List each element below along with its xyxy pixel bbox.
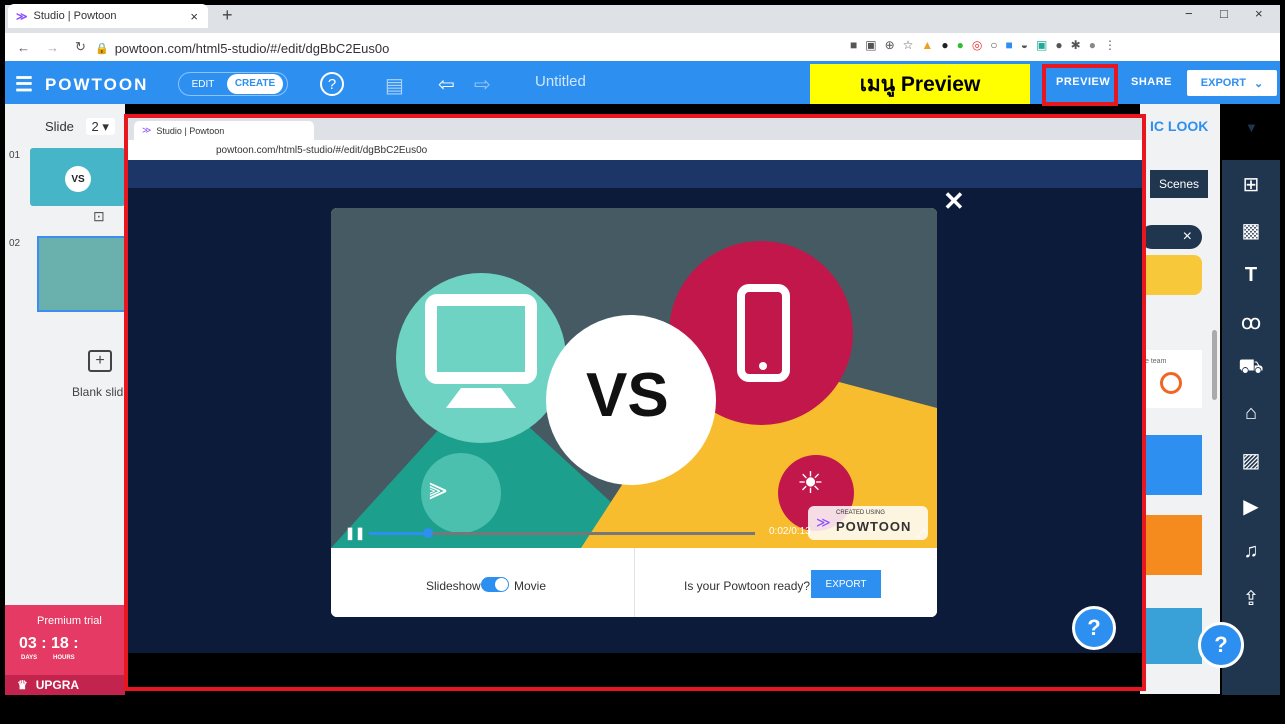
look-title[interactable]: IC LOOK	[1150, 118, 1208, 134]
days-label: DAYS	[21, 655, 38, 661]
powtoon-title[interactable]: Untitled	[535, 73, 586, 90]
slide-dropdown[interactable]: 2 ▾	[85, 118, 115, 135]
transition-icon[interactable]: ⊡	[93, 208, 105, 225]
undo-icon[interactable]: ⇦	[438, 72, 455, 97]
library-scrollbar[interactable]	[1212, 330, 1217, 400]
ext-e-icon[interactable]: ■	[1006, 38, 1013, 52]
ext-b-icon[interactable]: ●	[957, 38, 964, 52]
video-tool-icon[interactable]: ▶	[1222, 494, 1280, 519]
slide-selector[interactable]: Slide 2 ▾	[45, 118, 115, 135]
help-button[interactable]: ?	[320, 72, 344, 96]
share-button[interactable]: SHARE	[1131, 76, 1172, 88]
browser-tab-title: Studio | Powtoon	[33, 10, 117, 22]
tab-close-icon[interactable]: ×	[190, 9, 198, 24]
profile-avatar[interactable]: ●	[1089, 38, 1096, 52]
window-close-button[interactable]: ×	[1255, 6, 1263, 21]
thumb-vs-text: VS	[65, 166, 91, 192]
filter-chip-close[interactable]: ×	[1140, 225, 1202, 249]
mode-toggle[interactable]: EDIT CREATE	[178, 72, 288, 96]
background-tool-icon[interactable]: ▩	[1222, 218, 1280, 243]
redo-icon[interactable]: ⇨	[474, 72, 491, 97]
team-ring	[1160, 372, 1182, 394]
ext-c-icon[interactable]: ◎	[972, 38, 982, 52]
team-label: e team	[1145, 358, 1167, 365]
library-item-person-1[interactable]	[1140, 435, 1202, 495]
puzzle-icon[interactable]: ✱	[1071, 38, 1081, 52]
tool-sidebar: ⊞ ▩ T ꝏ ⛟ ⌂ ▨ ▶ ♫ ⇪	[1222, 160, 1280, 695]
slide-thumbnail-1[interactable]: VS	[30, 148, 125, 206]
export-label: EXPORT	[1200, 77, 1246, 89]
chevron-down-icon: ⌄	[1254, 77, 1264, 90]
slide-number-2: 02	[9, 238, 21, 249]
upload-tool-icon[interactable]: ⇪	[1222, 586, 1280, 611]
url-text: powtoon.com/html5-studio/#/edit/dgBbC2Eu…	[114, 40, 390, 56]
hours-label: HOURS	[53, 655, 75, 661]
upgrade-label: UPGRA	[35, 678, 80, 692]
help-bubble-text: ?	[1214, 632, 1228, 657]
image-tool-icon[interactable]: ▨	[1222, 448, 1280, 473]
props-tool-icon[interactable]: ⛟	[1222, 356, 1280, 381]
powtoon-logo[interactable]: ☰ POWTOON	[15, 72, 148, 97]
help-bubble-outer[interactable]: ?	[1198, 622, 1244, 668]
library-item-person-2[interactable]	[1140, 515, 1202, 575]
new-tab-button[interactable]: +	[222, 5, 233, 26]
camera-icon[interactable]: ■	[850, 38, 857, 52]
url-field[interactable]: 🔒 powtoon.com/html5-studio/#/edit/dgBbC2…	[95, 37, 389, 59]
shapes-tool-icon[interactable]: ⌂	[1222, 402, 1280, 425]
lock-icon: 🔒	[95, 42, 109, 55]
premium-trial-banner: Premium trial 03 : 18 : DAYS HOURS	[5, 605, 125, 675]
translate-icon[interactable]: ▣	[865, 38, 876, 52]
extension-icons: ■ ▣ ⊕ ☆ ▲ ● ● ◎ ○ ■ ◒ ▣ ● ✱ ● ⋮	[850, 38, 1116, 52]
browser-tab[interactable]: ≫ Studio | Powtoon ×	[8, 4, 208, 28]
back-icon[interactable]: ←	[17, 40, 30, 55]
zoom-icon[interactable]: ⊕	[885, 38, 895, 52]
export-button[interactable]: EXPORT ⌄	[1187, 70, 1277, 96]
ext-h-icon[interactable]: ●	[1055, 38, 1062, 52]
preview-window-highlight	[124, 114, 1146, 691]
slide-thumbnail-2[interactable]	[37, 236, 127, 312]
hamburger-menu-icon[interactable]: ☰	[15, 72, 35, 97]
upgrade-button[interactable]: ♛ UPGRA	[5, 675, 125, 695]
star-icon[interactable]: ☆	[903, 38, 914, 52]
slide-number-1: 01	[9, 150, 21, 161]
mode-create[interactable]: CREATE	[227, 74, 283, 94]
countdown: 03 : 18 :	[19, 635, 79, 652]
scenes-tool-icon[interactable]: ⊞	[1222, 172, 1280, 197]
preview-button[interactable]: PREVIEW	[1056, 76, 1110, 88]
slide-label: Slide	[45, 119, 74, 134]
library-item-landscape[interactable]	[1140, 608, 1202, 664]
blank-slide-label[interactable]: Blank slid	[72, 385, 123, 399]
crown-icon: ♛	[17, 678, 28, 692]
preview-menu-annotation: เมนู Preview	[810, 64, 1030, 104]
characters-tool-icon[interactable]: ꝏ	[1222, 310, 1280, 335]
look-caret-icon[interactable]: ▼	[1245, 120, 1258, 135]
mode-edit[interactable]: EDIT	[179, 79, 227, 90]
sound-tool-icon[interactable]: ♫	[1222, 540, 1280, 563]
logo-text: POWTOON	[44, 74, 149, 94]
notes-icon[interactable]: ▤	[385, 73, 404, 98]
forward-icon[interactable]: →	[46, 40, 59, 55]
premium-trial-text: Premium trial	[37, 615, 102, 627]
ext-d-icon[interactable]: ○	[990, 38, 997, 52]
library-item-yellow[interactable]	[1140, 255, 1202, 295]
thumb-icon[interactable]: ▲	[921, 38, 933, 52]
window-maximize-button[interactable]: □	[1220, 6, 1228, 21]
ext-g-icon[interactable]: ▣	[1036, 38, 1047, 52]
library-item-team[interactable]: e team	[1140, 350, 1202, 408]
ext-f-icon[interactable]: ◒	[1021, 38, 1028, 52]
window-minimize-button[interactable]: −	[1185, 6, 1193, 21]
scenes-tooltip: Scenes	[1150, 170, 1208, 198]
text-tool-icon[interactable]: T	[1222, 264, 1280, 287]
menu-icon[interactable]: ⋮	[1104, 38, 1116, 52]
reload-icon[interactable]: ↻	[75, 39, 86, 55]
powtoon-favicon-icon: ≫	[16, 10, 28, 23]
ext-a-icon[interactable]: ●	[941, 38, 948, 52]
add-blank-slide-icon[interactable]: +	[88, 350, 112, 372]
